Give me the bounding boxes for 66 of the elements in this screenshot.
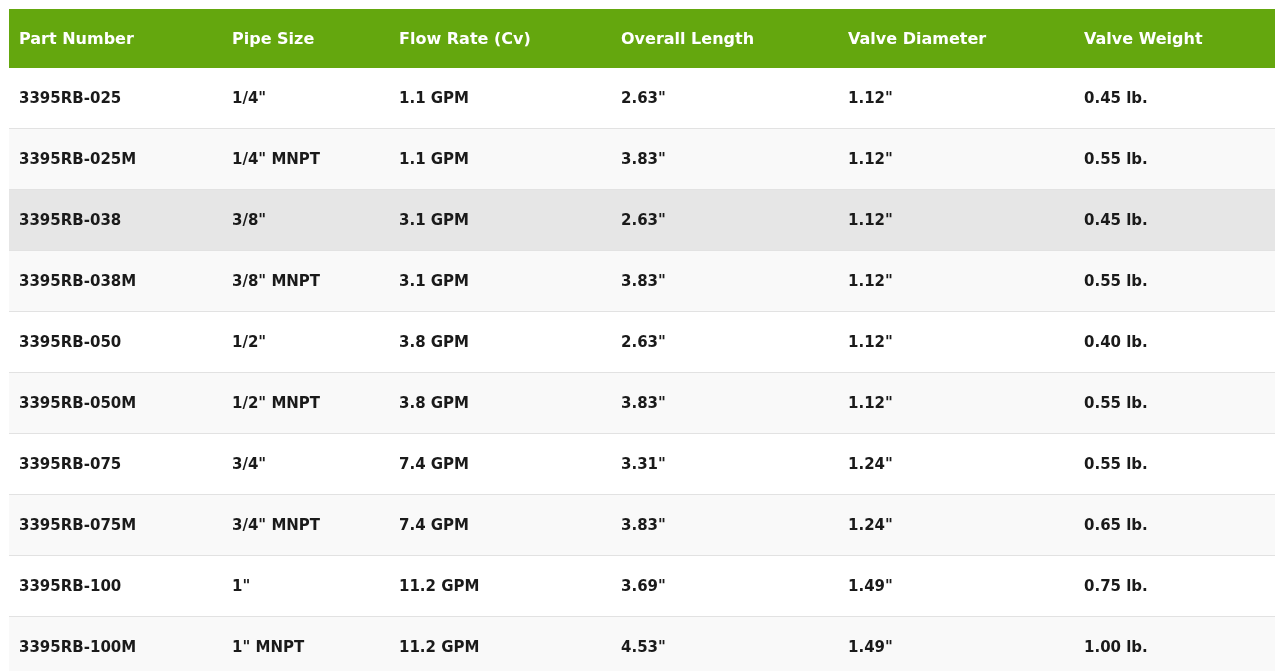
table-cell: 0.55 lb.: [1074, 250, 1275, 312]
column-header: Valve Diameter: [838, 9, 1074, 68]
table-cell: 3395RB-100M: [9, 616, 222, 671]
table-cell: 1.1 GPM: [389, 128, 611, 190]
table-cell: 1.12": [838, 311, 1074, 373]
table-cell: 1/2": [222, 311, 389, 373]
table-cell: 3.8 GPM: [389, 372, 611, 434]
table-cell: 3.83": [611, 372, 838, 434]
table-cell: 1/4": [222, 68, 389, 129]
table-cell: 3.8 GPM: [389, 311, 611, 373]
table-cell: 3.83": [611, 494, 838, 556]
table-cell: 2.63": [611, 68, 838, 129]
column-header: Pipe Size: [222, 9, 389, 68]
table-cell: 3/8" MNPT: [222, 250, 389, 312]
table-cell: 1/4" MNPT: [222, 128, 389, 190]
table-cell: 2.63": [611, 311, 838, 373]
table-cell: 1.24": [838, 494, 1074, 556]
table-cell: 3395RB-075M: [9, 494, 222, 556]
table-cell: 1.12": [838, 128, 1074, 190]
table-cell: 0.55 lb.: [1074, 372, 1275, 434]
table-cell: 1.12": [838, 250, 1074, 312]
table-cell: 1/2" MNPT: [222, 372, 389, 434]
table-cell: 11.2 GPM: [389, 555, 611, 617]
table-cell: 11.2 GPM: [389, 616, 611, 671]
table-cell: 3395RB-100: [9, 555, 222, 617]
table-cell: 1" MNPT: [222, 616, 389, 671]
table-cell: 0.55 lb.: [1074, 128, 1275, 190]
table-cell: 1.12": [838, 189, 1074, 251]
column-header: Flow Rate (Cv): [389, 9, 611, 68]
table-cell: 0.40 lb.: [1074, 311, 1275, 373]
column-header: Valve Weight: [1074, 9, 1275, 68]
table-cell: 1.49": [838, 555, 1074, 617]
table-cell: 3/4": [222, 433, 389, 495]
table-cell: 3.31": [611, 433, 838, 495]
table-cell: 3.69": [611, 555, 838, 617]
table-cell: 3395RB-038M: [9, 250, 222, 312]
table-cell: 3/8": [222, 189, 389, 251]
table-cell: 3395RB-025: [9, 68, 222, 129]
table-cell: 1.1 GPM: [389, 68, 611, 129]
table-cell: 1.12": [838, 372, 1074, 434]
table-cell: 3395RB-038: [9, 189, 222, 251]
table-cell: 0.45 lb.: [1074, 189, 1275, 251]
table-cell: 7.4 GPM: [389, 433, 611, 495]
table-cell: 7.4 GPM: [389, 494, 611, 556]
table-cell: 3395RB-025M: [9, 128, 222, 190]
table-cell: 3395RB-050: [9, 311, 222, 373]
column-header: Part Number: [9, 9, 222, 68]
table-cell: 3395RB-075: [9, 433, 222, 495]
table-cell: 3.1 GPM: [389, 189, 611, 251]
table-cell: 1": [222, 555, 389, 617]
table-cell: 3.1 GPM: [389, 250, 611, 312]
table-cell: 4.53": [611, 616, 838, 671]
table-cell: 0.65 lb.: [1074, 494, 1275, 556]
table-cell: 0.45 lb.: [1074, 68, 1275, 129]
table-cell: 3.83": [611, 128, 838, 190]
table-cell: 3/4" MNPT: [222, 494, 389, 556]
table-cell: 2.63": [611, 189, 838, 251]
table-cell: 1.49": [838, 616, 1074, 671]
table-cell: 0.55 lb.: [1074, 433, 1275, 495]
table-cell: 3.83": [611, 250, 838, 312]
table-cell: 1.00 lb.: [1074, 616, 1275, 671]
table-cell: 1.24": [838, 433, 1074, 495]
column-header: Overall Length: [611, 9, 838, 68]
table-cell: 0.75 lb.: [1074, 555, 1275, 617]
table-cell: 1.12": [838, 68, 1074, 129]
table-cell: 3395RB-050M: [9, 372, 222, 434]
